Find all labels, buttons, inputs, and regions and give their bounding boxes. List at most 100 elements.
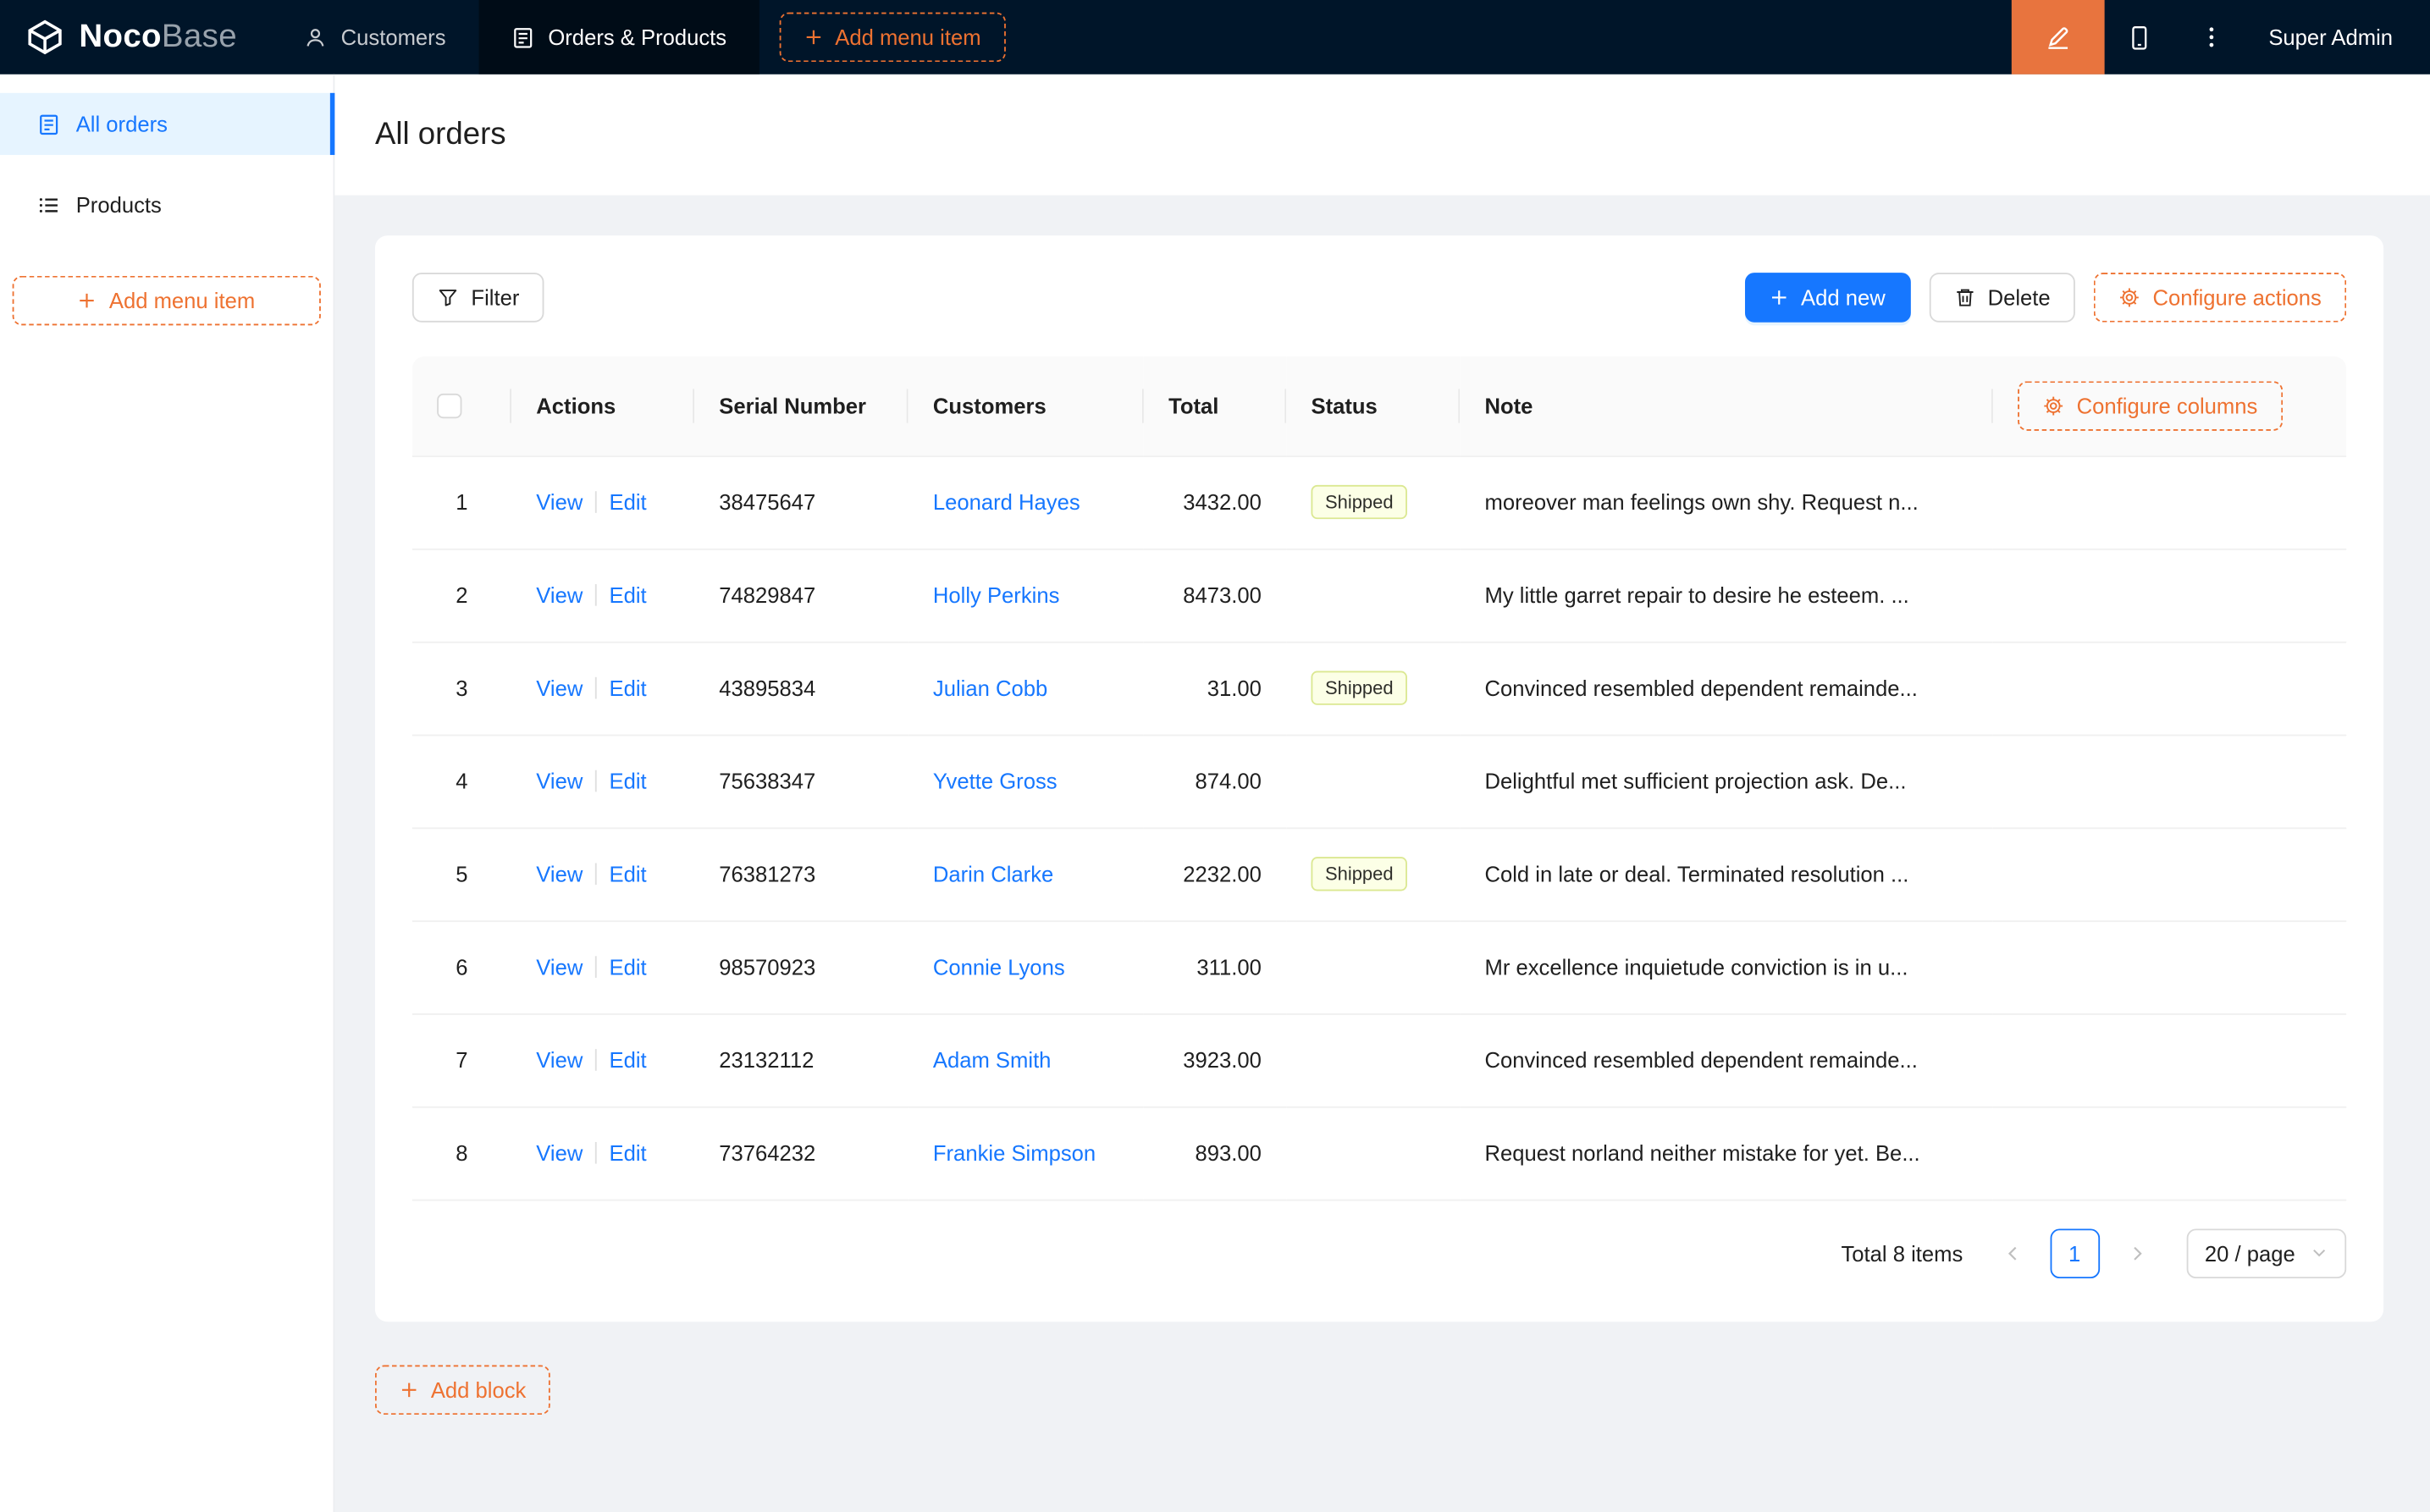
edit-link[interactable]: Edit (610, 489, 647, 514)
edit-link[interactable]: Edit (610, 954, 647, 979)
mobile-preview-button[interactable] (2104, 0, 2175, 74)
page-content: Filter Add new Delete Configure actions … (334, 196, 2430, 1415)
edit-link[interactable]: Edit (610, 769, 647, 793)
mobile-icon (2127, 24, 2153, 50)
view-link[interactable]: View (536, 676, 583, 700)
row-index-select[interactable]: 2 (456, 582, 467, 607)
pagination-prev-button[interactable] (1988, 1228, 2038, 1278)
divider (595, 676, 597, 699)
sidebar-item-all-orders[interactable]: All orders (0, 92, 335, 156)
ui-editor-button[interactable] (2011, 0, 2105, 74)
page-header: All orders (334, 74, 2430, 196)
customer-link[interactable]: Yvette Gross (933, 769, 1058, 793)
top-menu-item-customers[interactable]: Customers (271, 0, 478, 74)
serial-number: 43895834 (719, 676, 816, 701)
sidebar-item-label: Products (75, 191, 162, 218)
edit-link[interactable]: Edit (610, 1140, 647, 1165)
filter-icon (437, 287, 459, 309)
order-note: My little garret repair to desire he est… (1484, 582, 1909, 608)
order-note: Convinced resembled dependent remainde..… (1484, 676, 1918, 701)
table-row: 4 View Edit 75638347 Yvette Gross 874.00 … (411, 734, 2347, 829)
customer-link[interactable]: Connie Lyons (933, 954, 1065, 979)
column-header-status: Status (1286, 356, 1461, 457)
serial-number: 73764232 (719, 1140, 816, 1166)
order-note: Cold in late or deal. Terminated resolut… (1484, 861, 1909, 886)
select-all-checkbox[interactable] (437, 394, 462, 419)
row-index-select[interactable]: 3 (456, 676, 467, 700)
customer-link[interactable]: Leonard Hayes (933, 489, 1080, 514)
customer-link[interactable]: Holly Perkins (933, 582, 1060, 607)
sidebar-add-menu-item-button[interactable]: Add menu item (12, 275, 321, 326)
pagination-next-button[interactable] (2112, 1228, 2162, 1278)
status-badge: Shipped (1311, 670, 1408, 705)
edit-link[interactable]: Edit (610, 676, 647, 700)
sidebar-add-menu-item-label: Add menu item (108, 288, 256, 313)
view-link[interactable]: View (536, 954, 583, 979)
customer-link[interactable]: Adam Smith (933, 1047, 1052, 1072)
add-new-button[interactable]: Add new (1745, 273, 1911, 323)
add-block-button[interactable]: Add block (374, 1364, 551, 1415)
table-row: 2 View Edit 74829847 Holly Perkins 8473.0… (411, 548, 2347, 643)
row-index-select[interactable]: 6 (456, 954, 467, 979)
status-badge: Shipped (1311, 484, 1408, 520)
serial-number: 38475647 (719, 489, 816, 515)
orders-products-icon (511, 25, 533, 48)
order-note: Request norland neither mistake for yet.… (1484, 1140, 1920, 1166)
row-index-select[interactable]: 5 (456, 862, 467, 886)
view-link[interactable]: View (536, 769, 583, 793)
row-index-select[interactable]: 7 (456, 1047, 467, 1072)
top-menu-item-label: Customers (340, 25, 446, 50)
divider (595, 1141, 597, 1164)
view-link[interactable]: View (536, 862, 583, 886)
column-header-total: Total (1143, 356, 1287, 457)
orders-table-card: Filter Add new Delete Configure actions … (374, 235, 2384, 1322)
page-size-select[interactable]: 20 / page (2185, 1228, 2347, 1278)
view-link[interactable]: View (536, 582, 583, 607)
customer-link[interactable]: Frankie Simpson (933, 1140, 1096, 1165)
pagination-total: Total 8 items (1841, 1240, 1963, 1266)
add-new-label: Add new (1801, 284, 1886, 311)
configure-actions-button[interactable]: Configure actions (2093, 273, 2347, 323)
logo-text-bold: Noco (79, 18, 162, 55)
layout: All orders Products Add menu item All or… (0, 74, 2430, 1512)
table-header-row: Actions Serial Number Customers Total St… (411, 356, 2347, 457)
row-index-select[interactable]: 8 (456, 1140, 467, 1165)
sidebar-item-products[interactable]: Products (0, 174, 334, 235)
filter-label: Filter (471, 284, 520, 311)
edit-link[interactable]: Edit (610, 582, 647, 607)
order-note: moreover man feelings own shy. Request n… (1484, 489, 1919, 515)
divider (595, 770, 597, 792)
row-index-select[interactable]: 4 (456, 769, 467, 793)
order-note: Mr excellence inquietude conviction is i… (1484, 954, 1908, 979)
user-menu[interactable]: Super Admin (2247, 0, 2430, 74)
logo[interactable]: NocoBase (0, 0, 271, 74)
order-total: 8473.00 (1183, 582, 1262, 608)
status-badge: Shipped (1311, 857, 1408, 891)
nocobase-logo-icon (25, 17, 65, 58)
column-header-note: Note (1460, 356, 1993, 457)
serial-number: 74829847 (719, 582, 816, 608)
configure-columns-button[interactable]: Configure columns (2018, 380, 2283, 431)
order-total: 893.00 (1195, 1140, 1262, 1166)
view-link[interactable]: View (536, 1140, 583, 1165)
filter-button[interactable]: Filter (411, 273, 544, 323)
top-menu-item-orders-products[interactable]: Orders & Products (478, 0, 759, 74)
delete-button[interactable]: Delete (1929, 273, 2075, 323)
customer-link[interactable]: Julian Cobb (933, 676, 1047, 700)
add-menu-item-button[interactable]: Add menu item (779, 12, 1006, 63)
delete-label: Delete (1987, 284, 2051, 311)
pagination-page-1[interactable]: 1 (2049, 1228, 2100, 1278)
order-total: 2232.00 (1183, 861, 1262, 886)
row-index-select[interactable]: 1 (456, 489, 467, 514)
customer-link[interactable]: Darin Clarke (933, 862, 1053, 886)
divider (595, 491, 597, 513)
view-link[interactable]: View (536, 1047, 583, 1072)
edit-link[interactable]: Edit (610, 1047, 647, 1072)
plus-icon (804, 28, 823, 47)
chevron-down-icon (2311, 1244, 2328, 1261)
view-link[interactable]: View (536, 489, 583, 514)
table-row: 5 View Edit 76381273 Darin Clarke 2232.00… (411, 827, 2347, 922)
edit-link[interactable]: Edit (610, 862, 647, 886)
table-row: 1 View Edit 38475647 Leonard Hayes 3432.0… (411, 455, 2347, 549)
more-menu-button[interactable] (2176, 0, 2247, 74)
